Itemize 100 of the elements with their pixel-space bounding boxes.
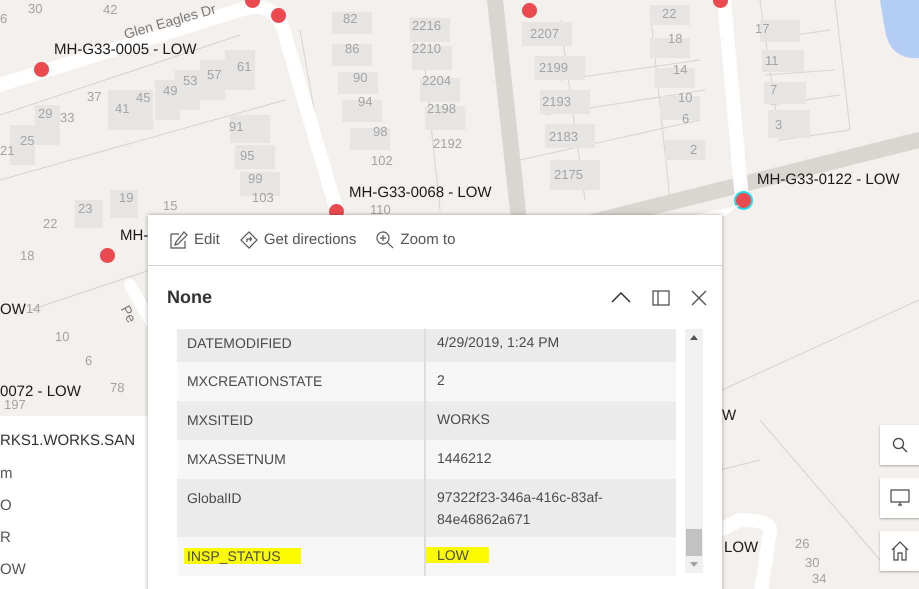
field-value: 97322f23-346a-416c-83af-84e46862a671	[436, 488, 604, 529]
house-number: 94	[358, 95, 372, 108]
manhole-marker[interactable]	[522, 3, 537, 18]
manhole-label: LOW	[724, 540, 758, 555]
home-icon	[891, 541, 909, 561]
house-number: 53	[183, 74, 198, 87]
house-number: 7	[770, 83, 778, 96]
field-value: 4/29/2019, 1:24 PM	[436, 333, 560, 352]
scroll-up-icon	[690, 335, 698, 340]
dock-icon	[652, 290, 670, 306]
manhole-label: MH-	[120, 228, 148, 243]
zoom-in-icon	[376, 231, 394, 249]
street-label: Glen Eagles Dr	[122, 1, 218, 41]
manhole-label: OW	[0, 302, 26, 317]
house-number: 10	[678, 91, 692, 104]
house-number: 103	[252, 191, 274, 204]
monitor-icon	[890, 489, 910, 507]
close-icon	[691, 290, 707, 306]
manhole-marker[interactable]	[34, 62, 49, 77]
house-number: 90	[353, 71, 368, 84]
house-number: 3	[775, 118, 782, 131]
house-number: 17	[755, 22, 770, 35]
edit-button[interactable]: Edit	[170, 228, 220, 252]
house-number: 30	[805, 556, 820, 569]
house-number: 18	[668, 32, 682, 45]
street-label: Pe	[118, 303, 140, 325]
manhole-label: MH-G33-0122 - LOW	[757, 172, 900, 187]
house-number: 86	[345, 42, 360, 55]
house-number: 2198	[427, 102, 456, 115]
manhole-marker[interactable]	[736, 193, 751, 208]
zoom-button[interactable]: Zoom to	[376, 228, 456, 252]
house-number: 91	[229, 120, 244, 133]
house-number: 2175	[554, 168, 583, 181]
house-number: 18	[20, 249, 34, 262]
house-number: 41	[115, 102, 130, 115]
scrollbar-thumb[interactable]	[686, 529, 702, 556]
house-number: 21	[0, 144, 14, 157]
house-number: 49	[163, 84, 178, 97]
house-number: 99	[248, 172, 262, 185]
manhole-label: MH-G33-0068 - LOW	[349, 185, 492, 200]
house-number: 11	[765, 54, 778, 67]
house-number: 23	[78, 202, 92, 215]
house-number: 98	[373, 125, 388, 138]
house-number: 2	[690, 143, 698, 156]
scroll-down-icon	[690, 562, 698, 567]
house-number: 2183	[549, 130, 578, 143]
house-number: 197	[4, 398, 26, 411]
dock-button[interactable]	[651, 288, 671, 308]
field-value: 1446212	[436, 449, 493, 468]
search-icon	[892, 437, 908, 453]
house-number: 82	[343, 12, 358, 25]
close-button[interactable]	[690, 288, 708, 306]
manhole-label: 0072 - LOW	[0, 384, 81, 399]
house-number: 95	[240, 149, 254, 162]
panel-text: O	[0, 496, 12, 515]
manhole-label: MH-G33-0005 - LOW	[54, 42, 197, 57]
house-number: 14	[673, 63, 688, 76]
popup-title: None	[167, 286, 213, 309]
house-number: 102	[371, 154, 393, 167]
monitor-button[interactable]	[880, 478, 919, 518]
edit-icon	[170, 231, 188, 249]
panel-text: OW	[0, 560, 26, 579]
house-number: 34	[812, 572, 826, 585]
scrollbar[interactable]	[685, 329, 703, 573]
house-number: 25	[20, 134, 34, 147]
house-number: 2216	[412, 19, 441, 32]
house-number: 10	[55, 330, 70, 343]
house-number: 37	[87, 90, 102, 103]
panel-title: RKS1.WORKS.SAN	[0, 432, 136, 451]
directions-icon	[240, 231, 258, 249]
field-name: INSP_STATUS	[177, 537, 426, 576]
house-number: 2210	[412, 42, 441, 55]
house-number: 2207	[530, 27, 559, 40]
house-number: 22	[43, 217, 58, 230]
house-number: 2192	[433, 137, 462, 150]
field-value: 2	[436, 371, 446, 390]
house-number: 61	[237, 60, 252, 73]
house-number: 22	[662, 7, 676, 20]
house-number: 2193	[542, 95, 571, 108]
search-button[interactable]	[880, 425, 919, 465]
panel-text: R	[0, 528, 11, 547]
house-number: 15	[163, 199, 178, 212]
house-number: 42	[103, 3, 118, 16]
house-number: 45	[136, 91, 150, 104]
manhole-label: W	[722, 408, 736, 423]
house-number: 26	[795, 537, 810, 550]
field-value: LOW	[426, 537, 676, 576]
field-value: WORKS	[436, 410, 491, 429]
house-number: 29	[38, 107, 52, 120]
home-button[interactable]	[880, 531, 919, 571]
house-number: 33	[60, 111, 74, 124]
house-number: 14	[26, 302, 40, 315]
manhole-marker[interactable]	[100, 248, 115, 263]
house-number: 30	[28, 2, 42, 15]
house-number: 2204	[422, 74, 451, 87]
house-number: 78	[110, 381, 124, 394]
house-number: 110	[370, 203, 391, 216]
directions-button[interactable]: Get directions	[240, 228, 356, 252]
panel-text: m	[0, 464, 12, 483]
house-number: 6	[0, 12, 8, 25]
